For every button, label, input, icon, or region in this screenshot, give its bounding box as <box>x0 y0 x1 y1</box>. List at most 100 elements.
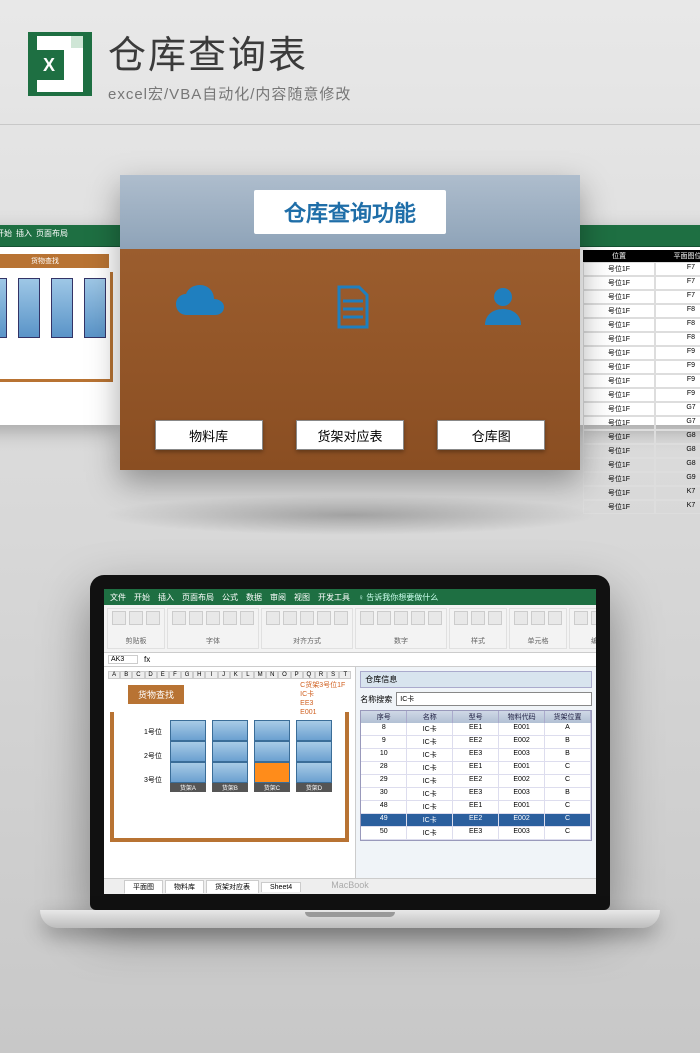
table-row[interactable]: 50IC卡EE3E003C <box>361 827 591 840</box>
rack-slot[interactable] <box>254 762 290 783</box>
document-icon <box>335 285 371 329</box>
table-row[interactable]: 29IC卡EE2E002C <box>361 775 591 788</box>
tell-me-hint[interactable]: ♀ 告诉我你想要做什么 <box>358 592 438 603</box>
ribbon-button[interactable] <box>334 611 348 625</box>
ribbon-button[interactable] <box>591 611 596 625</box>
ribbon-button[interactable] <box>454 611 468 625</box>
rack-slot[interactable] <box>254 741 290 762</box>
preview-panel-left: 文件 开始 插入 页面布局 货物查找 <box>0 225 120 425</box>
laptop-screen: 文件开始插入页面布局公式数据审阅视图开发工具♀ 告诉我你想要做什么 剪贴板字体对… <box>90 575 610 910</box>
ribbon-button[interactable] <box>172 611 186 625</box>
find-goods-label: 货物查找 <box>128 685 184 704</box>
excel-window: 文件开始插入页面布局公式数据审阅视图开发工具♀ 告诉我你想要做什么 剪贴板字体对… <box>104 589 596 894</box>
page-subtitle: excel宏/VBA自动化/内容随意修改 <box>108 83 672 104</box>
fx-icon: fx <box>144 655 150 664</box>
page-title: 仓库查询表 <box>108 24 672 79</box>
rack-slot[interactable] <box>212 720 248 741</box>
ribbon-button[interactable] <box>206 611 220 625</box>
menu-item[interactable]: 文件 <box>110 592 126 603</box>
info-panel-title: 仓库信息 <box>360 671 592 688</box>
ribbon-button[interactable] <box>112 611 126 625</box>
menu-item[interactable]: 公式 <box>222 592 238 603</box>
results-table: 序号名称型号物料代码货架位置 8IC卡EE1E001A9IC卡EE2E002B1… <box>360 710 592 841</box>
ribbon-button[interactable] <box>548 611 562 625</box>
ribbon-button[interactable] <box>394 611 408 625</box>
ribbon-button[interactable] <box>531 611 545 625</box>
search-label: 名称搜索 <box>360 694 392 705</box>
ribbon-button[interactable] <box>223 611 237 625</box>
dashboard-card-header: 仓库查询功能 <box>120 175 580 249</box>
ribbon-button[interactable] <box>411 611 425 625</box>
table-row[interactable]: 8IC卡EE1E001A <box>361 723 591 736</box>
rack-mini <box>18 278 40 338</box>
rack-slot[interactable] <box>212 741 248 762</box>
rack[interactable]: 货架B <box>212 720 248 792</box>
table-row[interactable]: 9IC卡EE2E002B <box>361 736 591 749</box>
preview-stage: 文件 开始 插入 页面布局 货物查找 位置平面图位置号位1FF7号位1FF7号位… <box>0 155 700 535</box>
rack-slot[interactable] <box>254 720 290 741</box>
shelf-mapping-button[interactable]: 货架对应表 <box>296 420 404 450</box>
rack-mini <box>0 278 7 338</box>
warehouse-layout: 1号位2号位3号位货架A货架B货架C货架D <box>110 712 349 842</box>
table-row[interactable]: 28IC卡EE1E001C <box>361 762 591 775</box>
ribbon-button[interactable] <box>189 611 203 625</box>
menu-item[interactable]: 开始 <box>134 592 150 603</box>
menu-item[interactable]: 审阅 <box>270 592 286 603</box>
menu-item[interactable]: 插入 <box>158 592 174 603</box>
header-divider <box>0 124 700 125</box>
rack[interactable]: 货架A <box>170 720 206 792</box>
ribbon-group: 字体 <box>167 608 259 649</box>
excel-top-menu: 文件开始插入页面布局公式数据审阅视图开发工具 ♀ 告诉我你想要做什么 <box>104 589 596 605</box>
ribbon-button[interactable] <box>514 611 528 625</box>
user-icon <box>481 285 525 325</box>
excel-menu-bar: 文件 开始 插入 页面布局 <box>0 225 120 247</box>
menu-item[interactable]: 数据 <box>246 592 262 603</box>
warehouse-map-button[interactable]: 仓库图 <box>437 420 545 450</box>
menu-item[interactable]: 页面布局 <box>36 228 68 243</box>
ribbon-button[interactable] <box>146 611 160 625</box>
rack[interactable]: 货架D <box>296 720 332 792</box>
ribbon-button[interactable] <box>471 611 485 625</box>
rack-slot[interactable] <box>296 720 332 741</box>
ribbon-button[interactable] <box>428 611 442 625</box>
table-row[interactable]: 49IC卡EE2E002C <box>361 814 591 827</box>
menu-item[interactable]: 插入 <box>16 228 32 243</box>
table-row[interactable]: 48IC卡EE1E001C <box>361 801 591 814</box>
rack-slot[interactable] <box>212 762 248 783</box>
worksheet-left-pane: ABCDEFGHIJKLMNOPQRST C货架3号位1FIC卡EE3E001 … <box>104 667 356 878</box>
preview-panel-right: 位置平面图位置号位1FF7号位1FF7号位1FF7号位1FF8号位1FF8号位1… <box>580 225 700 425</box>
ribbon-button[interactable] <box>317 611 331 625</box>
menu-item[interactable]: 页面布局 <box>182 592 214 603</box>
rack-slot[interactable] <box>170 762 206 783</box>
ribbon-button[interactable] <box>300 611 314 625</box>
menu-item[interactable]: 开发工具 <box>318 592 350 603</box>
rack-slot[interactable] <box>296 762 332 783</box>
warehouse-frame <box>0 272 113 382</box>
cell-reference-box[interactable]: AK3 <box>108 655 138 664</box>
column-headers: ABCDEFGHIJKLMNOPQRST <box>108 671 351 679</box>
main-dashboard-card: 仓库查询功能 物料库 货架对应表 仓库图 <box>120 175 580 470</box>
ribbon-group: 对齐方式 <box>261 608 353 649</box>
menu-item[interactable]: 开始 <box>0 228 12 243</box>
table-row[interactable]: 30IC卡EE3E003B <box>361 788 591 801</box>
laptop-brand-label: MacBook <box>104 880 596 890</box>
ribbon-button[interactable] <box>240 611 254 625</box>
ribbon-button[interactable] <box>360 611 374 625</box>
rack-slot[interactable] <box>296 741 332 762</box>
rack-slot[interactable] <box>170 720 206 741</box>
menu-item[interactable]: 视图 <box>294 592 310 603</box>
table-row[interactable]: 10IC卡EE3E003B <box>361 749 591 762</box>
ribbon-button[interactable] <box>377 611 391 625</box>
ribbon-button[interactable] <box>266 611 280 625</box>
ribbon-group: 单元格 <box>509 608 567 649</box>
ribbon-button[interactable] <box>488 611 502 625</box>
find-goods-header: 货物查找 <box>0 254 109 268</box>
rack-slot[interactable] <box>170 741 206 762</box>
ribbon-button[interactable] <box>283 611 297 625</box>
ribbon-button[interactable] <box>574 611 588 625</box>
search-input[interactable]: IC卡 <box>396 692 592 706</box>
material-library-button[interactable]: 物料库 <box>155 420 263 450</box>
rack[interactable]: 货架C <box>254 720 290 792</box>
excel-menu-bar <box>580 225 700 247</box>
ribbon-button[interactable] <box>129 611 143 625</box>
